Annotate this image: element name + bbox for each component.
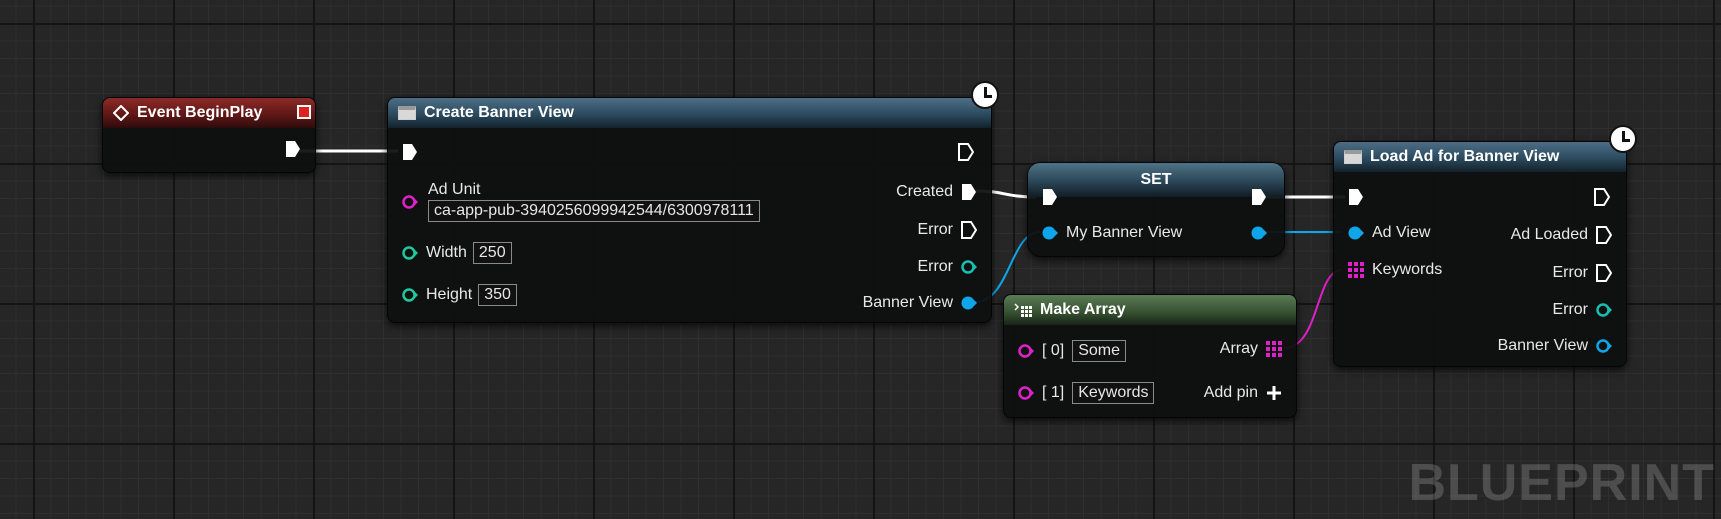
event-beginplay-header[interactable]: Event BeginPlay [103,98,315,128]
ad-unit-pin[interactable] [402,194,418,210]
exec-out-pin[interactable] [1251,188,1267,206]
created-exec-pin[interactable] [961,183,977,201]
keywords-label: Keywords [1372,261,1443,278]
array-item-1-pin[interactable] [1018,385,1034,401]
node-title: Create Banner View [424,104,574,121]
set-variable-label: My Banner View [1066,224,1183,241]
ad-view-pin[interactable] [1348,225,1364,241]
ad-loaded-exec-pin[interactable] [1596,226,1612,244]
array-item-1-input[interactable]: Keywords [1072,382,1155,404]
array-grid-pin[interactable] [1266,341,1282,357]
exec-out-pin[interactable] [958,143,974,161]
ad-unit-label: Ad Unit [428,181,481,198]
ad-view-label: Ad View [1372,224,1431,241]
plus-icon[interactable] [1266,385,1282,401]
error-label: Error [1552,301,1588,318]
error-label: Error [917,258,953,275]
exec-out-pin[interactable] [1594,188,1610,206]
banner-view-row: Banner View [863,291,977,315]
error-exec-label: Error [1552,264,1588,281]
node-title: SET [1140,171,1172,188]
array-out-row: Array [1220,337,1282,361]
keywords-row: Keywords [1348,258,1442,282]
ad-view-row: Ad View [1348,221,1430,245]
ad-loaded-row: Ad Loaded [1511,223,1612,247]
array-item-1-row: [ 1] Keywords [1018,381,1155,405]
banner-view-pin[interactable] [1596,338,1612,354]
set-node[interactable]: SET My Banner View [1027,162,1285,257]
width-row: Width 250 [402,241,512,265]
array-item-1-label: [ 1] [1042,384,1065,401]
blueprint-watermark: BLUEPRINT [1408,454,1715,512]
load-ad-node[interactable]: Load Ad for Banner View Ad View Keywords… [1333,141,1627,367]
make-array-header[interactable]: Make Array [1004,295,1296,325]
error-row: Error [917,255,977,279]
add-pin-label: Add pin [1203,384,1258,401]
height-row: Height 350 [402,283,517,307]
make-array-node[interactable]: Make Array [ 0] Some [ 1] Keywords Array… [1003,294,1297,418]
error-exec-pin[interactable] [961,221,977,239]
set-variable-out-pin[interactable] [1251,225,1267,241]
add-pin-row[interactable]: Add pin [1204,381,1282,405]
delegate-square-icon [297,105,311,119]
node-title: Event BeginPlay [137,104,263,121]
node-title: Make Array [1040,301,1126,318]
height-label: Height [426,286,473,303]
function-icon [398,106,416,120]
width-label: Width [426,244,467,261]
error-exec-pin[interactable] [1596,264,1612,282]
node-title: Load Ad for Banner View [1370,148,1560,165]
error-pin[interactable] [961,259,977,275]
latent-clock-icon [1609,125,1637,153]
created-label: Created [896,183,953,200]
array-item-0-row: [ 0] Some [1018,339,1127,363]
function-icon [1344,150,1362,164]
array-out-label: Array [1219,340,1258,357]
create-banner-view-node[interactable]: Create Banner View Ad Unit ca-app-pub-39… [387,97,992,323]
error-pin[interactable] [1596,302,1612,318]
exec-in-pin[interactable] [1042,188,1058,206]
exec-out-pin[interactable] [285,140,301,158]
ad-loaded-label: Ad Loaded [1510,226,1588,243]
error-exec-row: Error [917,218,977,242]
banner-view-label: Banner View [1497,337,1588,354]
array-function-icon [1014,303,1032,317]
error-exec-label: Error [917,221,953,238]
ad-unit-input[interactable]: ca-app-pub-3940256099942544/6300978111 [428,200,760,222]
width-input[interactable]: 250 [472,242,512,264]
created-row: Created [896,180,977,204]
banner-view-pin[interactable] [961,295,977,311]
create-banner-view-header[interactable]: Create Banner View [388,98,991,128]
event-beginplay-node[interactable]: Event BeginPlay [102,97,316,173]
banner-view-row: Banner View [1498,334,1612,358]
set-variable-row: My Banner View [1042,221,1182,245]
keywords-array-pin[interactable] [1348,262,1364,278]
set-header[interactable]: SET [1028,163,1284,197]
exec-in-pin[interactable] [1348,188,1364,206]
array-item-0-label: [ 0] [1042,342,1065,359]
array-item-0-pin[interactable] [1018,343,1034,359]
set-variable-in-pin[interactable] [1042,225,1058,241]
width-pin[interactable] [402,245,418,261]
error-row: Error [1552,298,1612,322]
height-input[interactable]: 350 [478,284,517,306]
banner-view-label: Banner View [862,294,953,311]
load-ad-header[interactable]: Load Ad for Banner View [1334,142,1626,172]
event-diamond-icon [113,105,129,121]
height-pin[interactable] [402,287,418,303]
error-exec-row: Error [1552,261,1612,285]
exec-in-pin[interactable] [402,143,418,161]
ad-unit-field-row: ca-app-pub-3940256099942544/6300978111 [422,199,760,223]
array-item-0-input[interactable]: Some [1072,340,1127,362]
latent-clock-icon [971,81,999,109]
